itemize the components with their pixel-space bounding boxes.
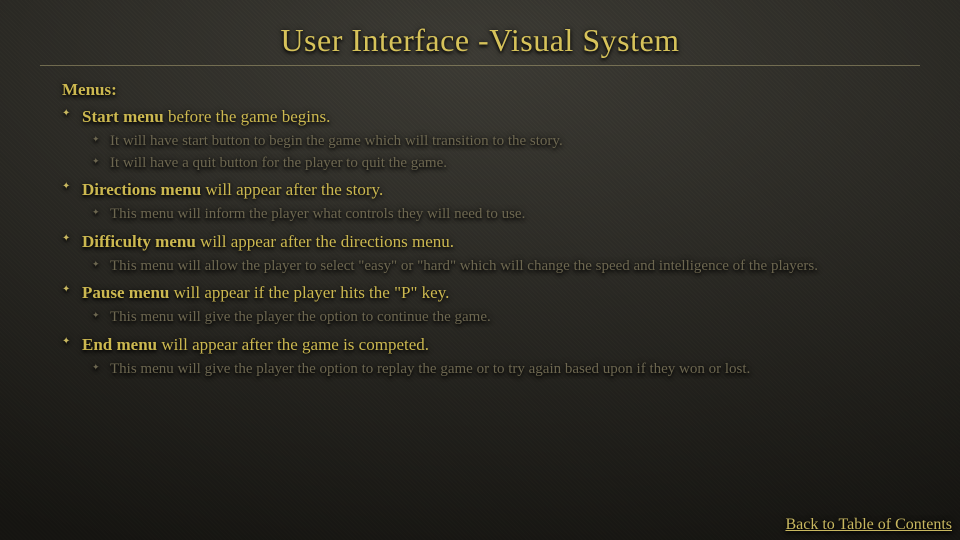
back-to-toc-link[interactable]: Back to Table of Contents (785, 516, 952, 534)
item-bold: Start menu (82, 107, 164, 126)
item-heading: End menu will appear after the game is c… (82, 334, 920, 356)
item-heading: Pause menu will appear if the player hit… (82, 282, 920, 304)
item-bold: Difficulty menu (82, 232, 196, 251)
list-item: End menu will appear after the game is c… (82, 334, 920, 380)
list-item: Directions menu will appear after the st… (82, 179, 920, 225)
sub-list: This menu will give the player the optio… (82, 360, 920, 380)
sub-item: It will have start button to begin the g… (110, 132, 920, 152)
item-rest: before the game begins. (164, 107, 331, 126)
item-bold: Pause menu (82, 283, 169, 302)
item-bold: Directions menu (82, 180, 201, 199)
menu-list: Start menu before the game begins. It wi… (40, 106, 920, 379)
item-rest: will appear after the directions menu. (196, 232, 454, 251)
item-heading: Directions menu will appear after the st… (82, 179, 920, 201)
slide: User Interface -Visual System Menus: Sta… (0, 0, 960, 540)
sub-list: It will have start button to begin the g… (82, 132, 920, 173)
section-label: Menus: (62, 80, 920, 100)
sub-item: It will have a quit button for the playe… (110, 154, 920, 174)
sub-list: This menu will inform the player what co… (82, 205, 920, 225)
item-rest: will appear if the player hits the "P" k… (169, 283, 449, 302)
item-bold: End menu (82, 335, 157, 354)
sub-item: This menu will allow the player to selec… (110, 257, 920, 277)
list-item: Difficulty menu will appear after the di… (82, 231, 920, 277)
sub-item: This menu will inform the player what co… (110, 205, 920, 225)
item-rest: will appear after the game is competed. (157, 335, 429, 354)
sub-list: This menu will allow the player to selec… (82, 257, 920, 277)
slide-title: User Interface -Visual System (40, 22, 920, 59)
list-item: Start menu before the game begins. It wi… (82, 106, 920, 173)
list-item: Pause menu will appear if the player hit… (82, 282, 920, 328)
sub-list: This menu will give the player the optio… (82, 308, 920, 328)
item-heading: Start menu before the game begins. (82, 106, 920, 128)
sub-item: This menu will give the player the optio… (110, 308, 920, 328)
title-rule (40, 65, 920, 66)
item-heading: Difficulty menu will appear after the di… (82, 231, 920, 253)
item-rest: will appear after the story. (201, 180, 383, 199)
sub-item: This menu will give the player the optio… (110, 360, 920, 380)
